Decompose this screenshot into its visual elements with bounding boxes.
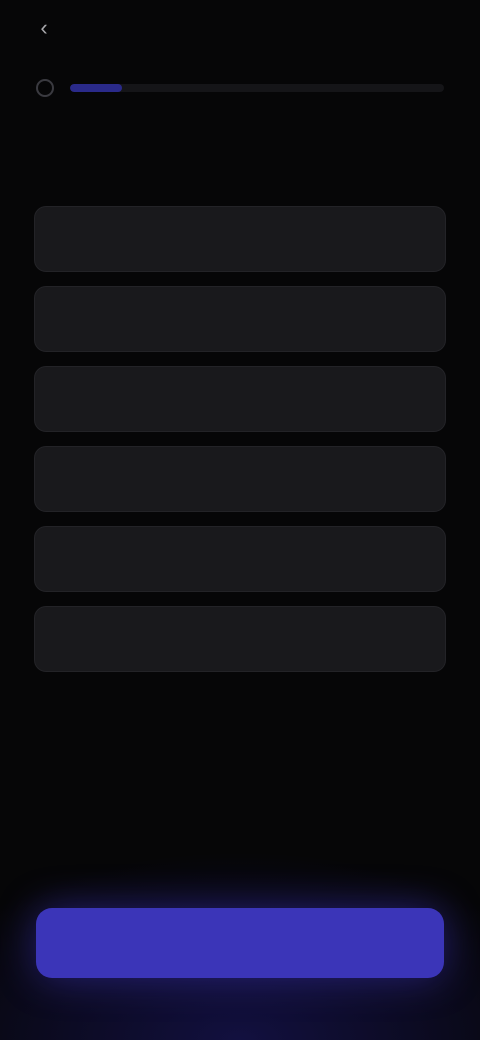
progress-fill xyxy=(70,84,123,92)
option-2[interactable] xyxy=(34,286,446,352)
option-4[interactable] xyxy=(34,446,446,512)
back-button[interactable]: ‹ xyxy=(30,14,58,42)
continue-button[interactable] xyxy=(36,908,444,978)
top-bar: ‹ xyxy=(30,14,70,42)
option-6[interactable] xyxy=(34,606,446,672)
back-arrow-icon: ‹ xyxy=(40,15,48,40)
progress-row xyxy=(36,78,444,98)
option-3[interactable] xyxy=(34,366,446,432)
progress-bar xyxy=(70,84,444,92)
options-list xyxy=(34,206,446,672)
option-5[interactable] xyxy=(34,526,446,592)
screen: ‹ xyxy=(0,0,480,1040)
option-1[interactable] xyxy=(34,206,446,272)
step-indicator-icon xyxy=(36,79,54,97)
